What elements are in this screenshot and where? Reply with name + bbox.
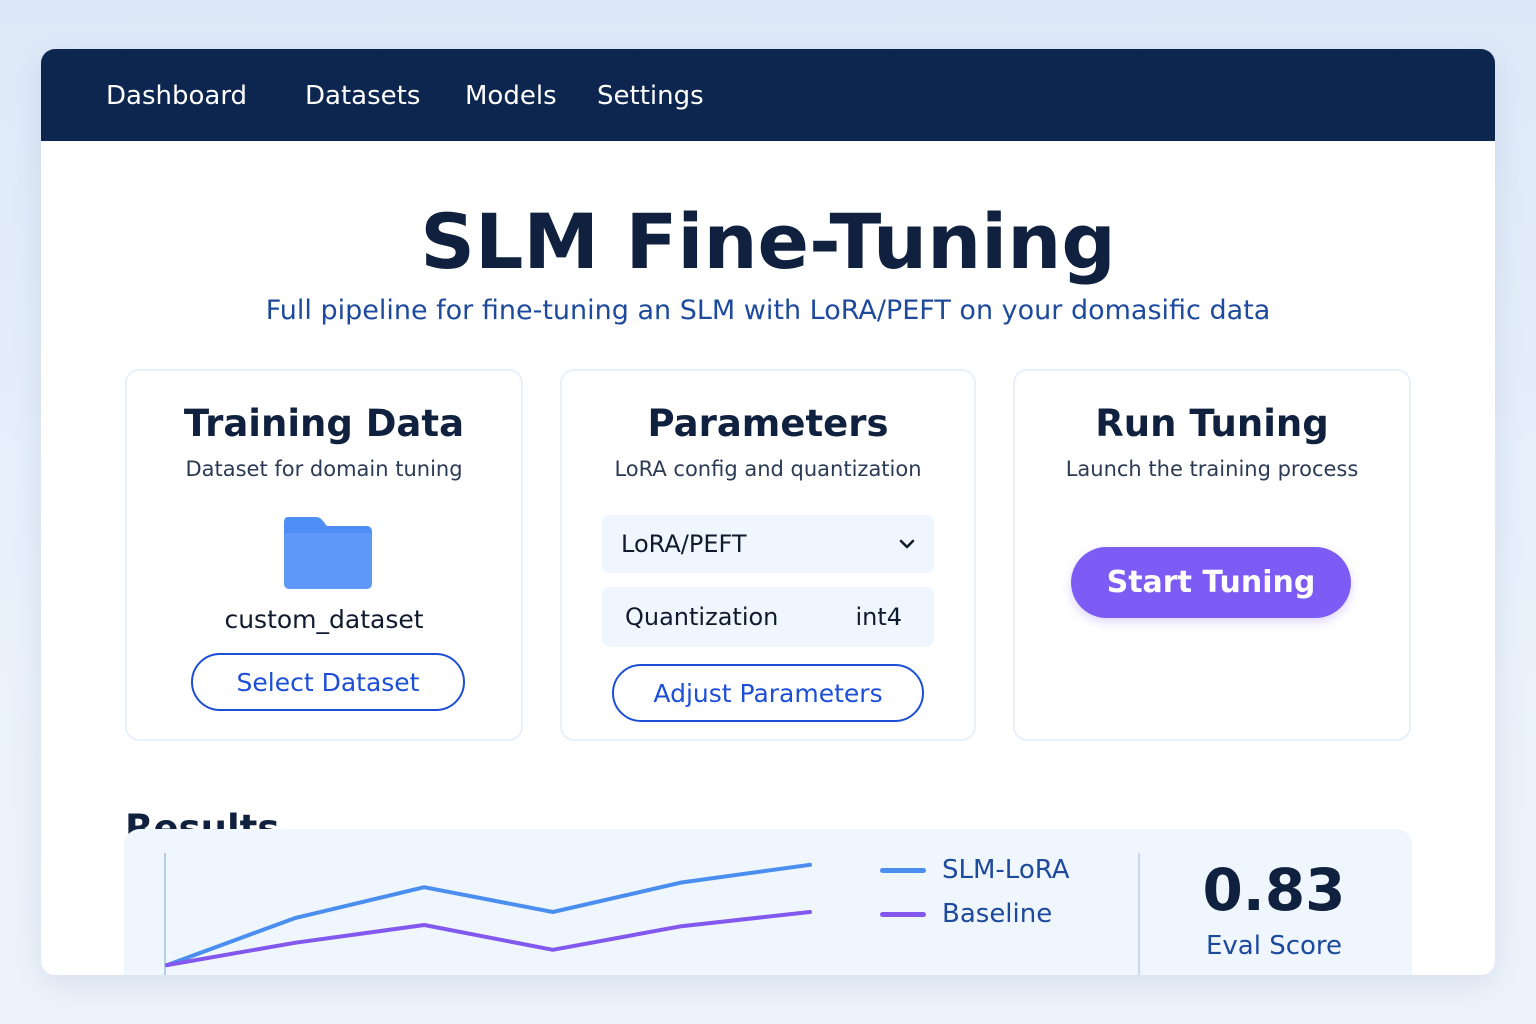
folder-icon — [284, 517, 372, 589]
method-select[interactable]: LoRA/PEFT — [602, 515, 934, 573]
parameters-subtitle: LoRA config and quantization — [614, 457, 922, 481]
legend-label-slm-lora: SLM-LoRA — [942, 855, 1070, 885]
training-data-card: Training Data Dataset for domain tuning … — [125, 369, 523, 741]
select-dataset-button[interactable]: Select Dataset — [191, 653, 465, 711]
series-line-baseline — [165, 910, 812, 968]
nav-item-datasets[interactable]: Datasets — [305, 79, 420, 113]
legend-label-baseline: Baseline — [942, 899, 1053, 929]
dataset-name: custom_dataset — [224, 605, 424, 634]
nav-item-settings[interactable]: Settings — [597, 79, 704, 113]
adjust-parameters-button[interactable]: Adjust Parameters — [612, 664, 924, 722]
results-line-chart — [164, 853, 812, 975]
top-navbar: Dashboard Datasets Models Settings — [41, 49, 1495, 141]
nav-item-dashboard[interactable]: Dashboard — [106, 79, 247, 113]
eval-score-label: Eval Score — [1205, 931, 1343, 961]
quantization-value: int4 — [855, 603, 902, 631]
quantization-label: Quantization — [625, 603, 779, 631]
eval-score-value: 0.83 — [1202, 856, 1346, 924]
results-panel: SLM-LoRA Baseline 0.83 Eval Score — [124, 829, 1412, 975]
training-data-title: Training Data — [183, 402, 465, 445]
chevron-down-icon — [899, 539, 915, 549]
app-window: Dashboard Datasets Models Settings SLM F… — [41, 49, 1495, 975]
quantization-field[interactable]: Quantization int4 — [602, 587, 934, 647]
method-select-value: LoRA/PEFT — [621, 530, 747, 558]
legend-swatch-baseline — [880, 912, 926, 917]
parameters-card: Parameters LoRA config and quantization … — [560, 369, 976, 741]
training-data-subtitle: Dataset for domain tuning — [185, 457, 463, 481]
page-subtitle: Full pipeline for fine-tuning an SLM wit… — [265, 295, 1271, 326]
results-divider — [1138, 853, 1140, 975]
nav-item-models[interactable]: Models — [465, 79, 557, 113]
page-title: SLM Fine-Tuning — [420, 197, 1116, 286]
start-tuning-button[interactable]: Start Tuning — [1071, 547, 1351, 618]
run-tuning-card: Run Tuning Launch the training process S… — [1013, 369, 1411, 741]
run-tuning-subtitle: Launch the training process — [1065, 457, 1359, 481]
legend-swatch-slm-lora — [880, 868, 926, 873]
run-tuning-title: Run Tuning — [1095, 402, 1329, 445]
parameters-title: Parameters — [647, 402, 889, 445]
